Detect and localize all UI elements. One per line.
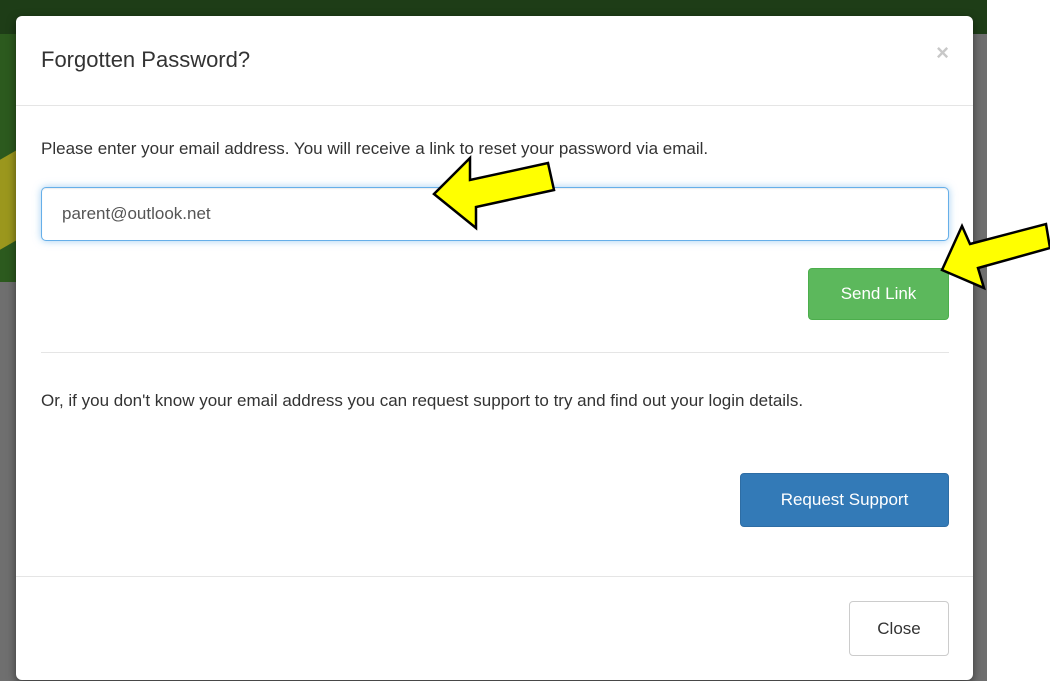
arrow-icon <box>940 222 1050 291</box>
request-support-button[interactable]: Request Support <box>740 473 949 527</box>
close-icon[interactable]: × <box>936 42 949 64</box>
support-text: Or, if you don't know your email address… <box>41 391 804 410</box>
modal-title: Forgotten Password? <box>41 47 251 72</box>
close-button[interactable]: Close <box>849 601 949 656</box>
modal-header: Forgotten Password? × <box>16 16 973 106</box>
arrow-icon <box>432 154 556 231</box>
modal-footer <box>16 576 973 577</box>
forgotten-password-dialog: Forgotten Password? × Please enter your … <box>16 16 973 680</box>
instructions-text: Please enter your email address. You wil… <box>41 139 709 158</box>
section-divider <box>41 352 949 353</box>
send-link-button[interactable]: Send Link <box>808 268 949 320</box>
